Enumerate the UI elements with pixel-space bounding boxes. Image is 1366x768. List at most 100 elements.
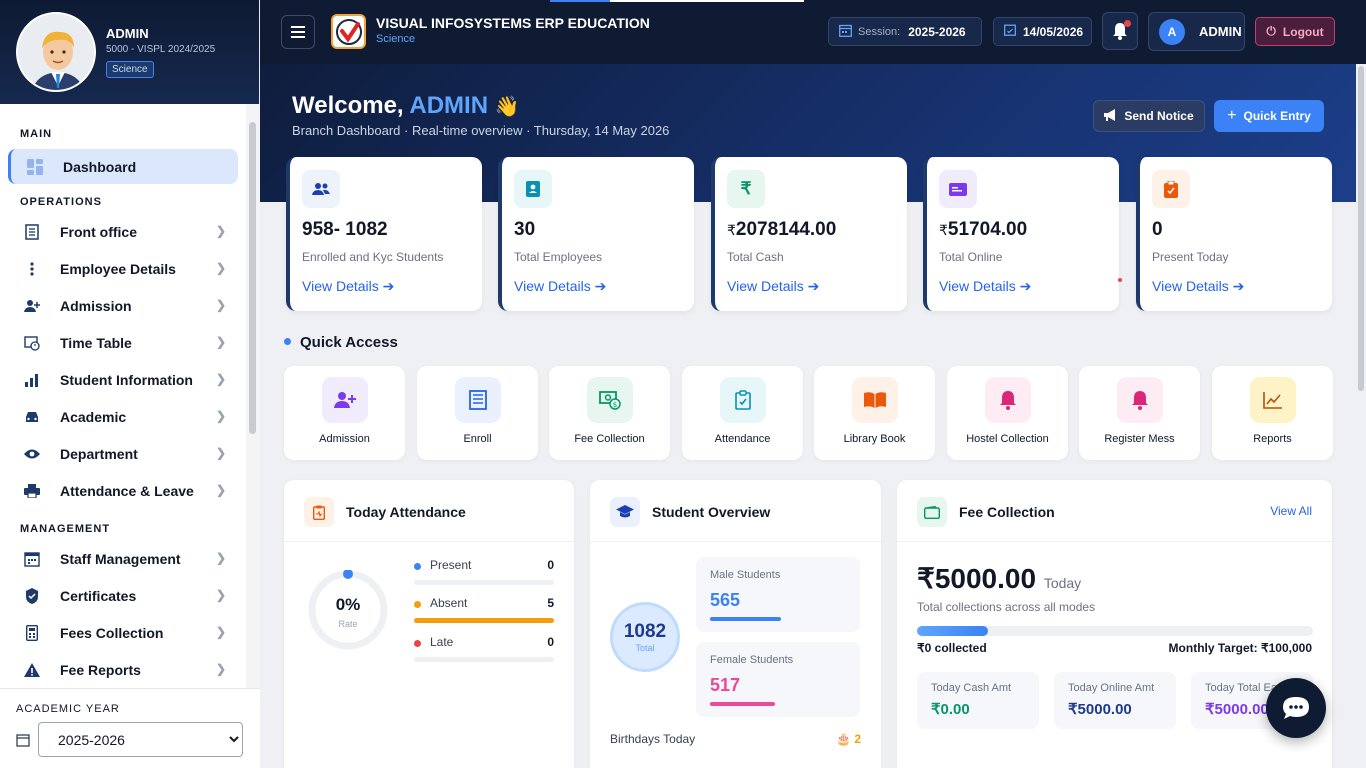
main-scrollbar-thumb[interactable] [1358, 66, 1364, 391]
student-overview-panel: Student Overview 1082 Total Male Student… [590, 480, 881, 768]
sidebar-item-attendance-leave[interactable]: Attendance & Leave ❯ [0, 472, 246, 509]
chat-icon [1283, 697, 1309, 719]
sidebar-item-employee-details[interactable]: Employee Details ❯ [0, 250, 246, 287]
power-icon: ⏻ [1266, 24, 1276, 38]
fee-box-cash: Today Cash Amt ₹0.00 [917, 672, 1039, 729]
quick-fee-collection[interactable]: $ Fee Collection [549, 366, 670, 460]
user-menu-button[interactable]: A ADMIN [1148, 12, 1245, 51]
fee-subtitle: Total collections across all modes [917, 600, 1096, 614]
view-details-link[interactable]: View Details ➔ [514, 278, 606, 295]
sidebar-item-label: Admission [60, 297, 132, 314]
view-details-link[interactable]: View Details ➔ [939, 278, 1031, 295]
wave-icon: 👋 [494, 96, 520, 118]
sidebar-item-department[interactable]: Department ❯ [0, 435, 246, 472]
session-value: 2025-2026 [908, 24, 966, 39]
quick-label: Attendance [714, 433, 771, 445]
profile-header: ADMIN 5000 - VISPL 2024/2025 Science [0, 0, 259, 104]
quick-reports[interactable]: Reports [1212, 366, 1333, 460]
sidebar-item-label: Front office [60, 223, 137, 240]
card-icon [939, 170, 977, 208]
section-operations-title: OPERATIONS [20, 196, 102, 208]
avatar[interactable] [16, 12, 96, 92]
rupee-icon: ₹ [727, 170, 765, 208]
app-logo[interactable] [331, 14, 366, 49]
clipboard-icon [1152, 170, 1190, 208]
panel-title: Fee Collection [959, 504, 1055, 520]
quick-access-dot [284, 338, 291, 345]
svg-text:$: $ [613, 401, 617, 409]
view-all-link[interactable]: View All [1270, 504, 1312, 518]
quick-register-mess[interactable]: Register Mess [1079, 366, 1200, 460]
sidebar-item-student-information[interactable]: Student Information ❯ [0, 361, 246, 398]
quick-attendance[interactable]: Attendance [682, 366, 803, 460]
sidebar-item-label: Fees Collection [60, 624, 164, 641]
quick-enroll[interactable]: Enroll [417, 366, 538, 460]
total-students-value: 1082 [623, 621, 667, 642]
sidebar-item-front-office[interactable]: Front office ❯ [0, 213, 246, 250]
sidebar-item-academic[interactable]: Academic ❯ [0, 398, 246, 435]
fee-target-progress-fill [917, 626, 989, 636]
attendance-bar [414, 657, 554, 662]
quick-hostel-collection[interactable]: Hostel Collection [947, 366, 1068, 460]
stat-card-cash: ₹ ₹2078144.00 Total Cash View Details ➔ [711, 157, 907, 311]
front-office-icon [24, 223, 40, 240]
quick-admission[interactable]: Admission [284, 366, 405, 460]
add-user-icon [322, 377, 368, 423]
hamburger-icon [291, 26, 305, 38]
total-students-circle: 1082 Total [610, 602, 680, 672]
menu-toggle-button[interactable] [281, 15, 315, 49]
plus-icon: + [1227, 107, 1237, 124]
notification-dot [1124, 20, 1131, 27]
car-icon [24, 409, 40, 425]
printer-icon [24, 483, 40, 499]
birthdays-count[interactable]: 🎂 2 [836, 732, 861, 746]
stat-value: 958- 1082 [302, 219, 388, 240]
date-display[interactable]: 14/05/2026 [993, 17, 1092, 46]
sidebar-item-label: Certificates [60, 587, 137, 604]
logout-label: Logout [1282, 24, 1324, 39]
sidebar-item-dashboard[interactable]: Dashboard [8, 149, 238, 184]
sidebar-scrollbar-thumb[interactable] [249, 122, 256, 434]
attendance-name: Present [430, 558, 472, 572]
view-details-link[interactable]: View Details ➔ [727, 278, 819, 295]
logo-check-icon [335, 18, 362, 45]
welcome-subtitle: Branch Dashboard · Real-time overview · … [292, 123, 670, 138]
send-notice-button[interactable]: Send Notice [1093, 100, 1205, 132]
session-selector[interactable]: Session: 2025-2026 [828, 17, 982, 46]
quick-label: Library Book [843, 433, 906, 445]
stat-value: 30 [514, 219, 536, 240]
session-calendar-icon [839, 24, 852, 40]
sidebar-item-admission[interactable]: Admission ❯ [0, 287, 246, 324]
legend-dot [414, 601, 421, 608]
birthdays-label: Birthdays Today [610, 732, 696, 746]
fee-collection-panel: Fee Collection View All ₹5000.00 Today T… [897, 480, 1332, 768]
quick-label: Register Mess [1104, 433, 1175, 445]
warning-icon [24, 662, 40, 678]
fee-box-label: Today Cash Amt [931, 682, 1012, 694]
view-details-link[interactable]: View Details ➔ [1152, 278, 1244, 295]
quick-label: Enroll [463, 433, 492, 445]
sidebar-item-fee-reports[interactable]: Fee Reports ❯ [0, 651, 246, 688]
sidebar-item-time-table[interactable]: Time Table ❯ [0, 324, 246, 361]
female-students-bar [710, 702, 776, 706]
logout-button[interactable]: ⏻ Logout [1255, 17, 1335, 46]
user-avatar: A [1159, 18, 1185, 45]
sidebar-item-fees-collection[interactable]: Fees Collection ❯ [0, 614, 246, 651]
sidebar-item-certificates[interactable]: Certificates ❯ [0, 577, 246, 614]
academic-year-select[interactable]: 2025-2026 [38, 722, 243, 757]
arrow-right-icon: ➔ [1019, 278, 1032, 294]
fee-box-value: ₹0.00 [931, 701, 970, 718]
female-students-value: 517 [710, 675, 741, 695]
sidebar-item-label: Time Table [60, 334, 132, 351]
attendance-bar-fill [414, 618, 554, 623]
sidebar: ADMIN 5000 - VISPL 2024/2025 Science MAI… [0, 0, 260, 768]
stat-label: Present Today [1152, 250, 1229, 264]
chat-button[interactable] [1266, 678, 1326, 738]
sidebar-item-staff-management[interactable]: Staff Management ❯ [0, 540, 246, 577]
notifications-button[interactable] [1102, 12, 1138, 50]
fee-monthly-target: Monthly Target: ₹100,000 [1168, 641, 1312, 655]
quick-library-book[interactable]: Library Book [814, 366, 935, 460]
quick-entry-button[interactable]: + Quick Entry [1214, 100, 1324, 132]
calculator-icon [24, 624, 40, 641]
view-details-link[interactable]: View Details ➔ [302, 278, 394, 295]
